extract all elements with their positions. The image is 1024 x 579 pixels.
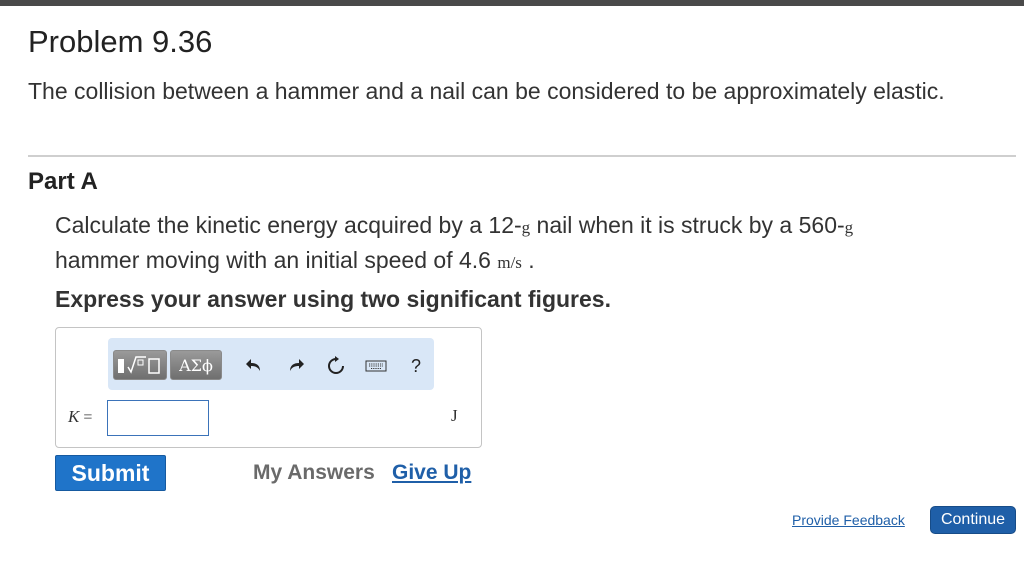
help-icon[interactable]: ? (404, 354, 428, 378)
top-bar (0, 0, 1024, 6)
continue-button[interactable]: Continue (930, 506, 1016, 534)
reset-icon[interactable] (324, 354, 348, 378)
provide-feedback-link[interactable]: Provide Feedback (792, 512, 905, 528)
answer-unit: J (451, 406, 458, 425)
symbols-button[interactable]: ΑΣϕ (170, 350, 222, 380)
my-answers-link[interactable]: My Answers (253, 461, 375, 485)
unit-grams: g (521, 218, 531, 237)
give-up-link[interactable]: Give Up (392, 461, 471, 485)
question-text: Calculate the kinetic energy acquired by… (55, 212, 854, 273)
section-divider (28, 155, 1016, 157)
keyboard-icon[interactable] (364, 354, 388, 378)
unit-grams: g (844, 218, 854, 237)
redo-icon[interactable] (284, 354, 308, 378)
math-toolbar: ΑΣϕ ? (108, 338, 434, 390)
unit-speed: m/s (497, 253, 522, 272)
templates-button[interactable] (113, 350, 167, 380)
problem-title: Problem 9.36 (28, 24, 213, 59)
problem-intro: The collision between a hammer and a nai… (28, 78, 945, 104)
answer-input[interactable] (107, 400, 209, 436)
answer-variable-label: K = (68, 407, 93, 426)
answer-box: ΑΣϕ ? K = J (55, 327, 482, 448)
part-title: Part A (28, 168, 98, 195)
submit-button[interactable]: Submit (55, 455, 166, 491)
undo-icon[interactable] (242, 354, 266, 378)
answer-instruction: Express your answer using two significan… (55, 286, 611, 312)
templates-icon (118, 356, 160, 374)
